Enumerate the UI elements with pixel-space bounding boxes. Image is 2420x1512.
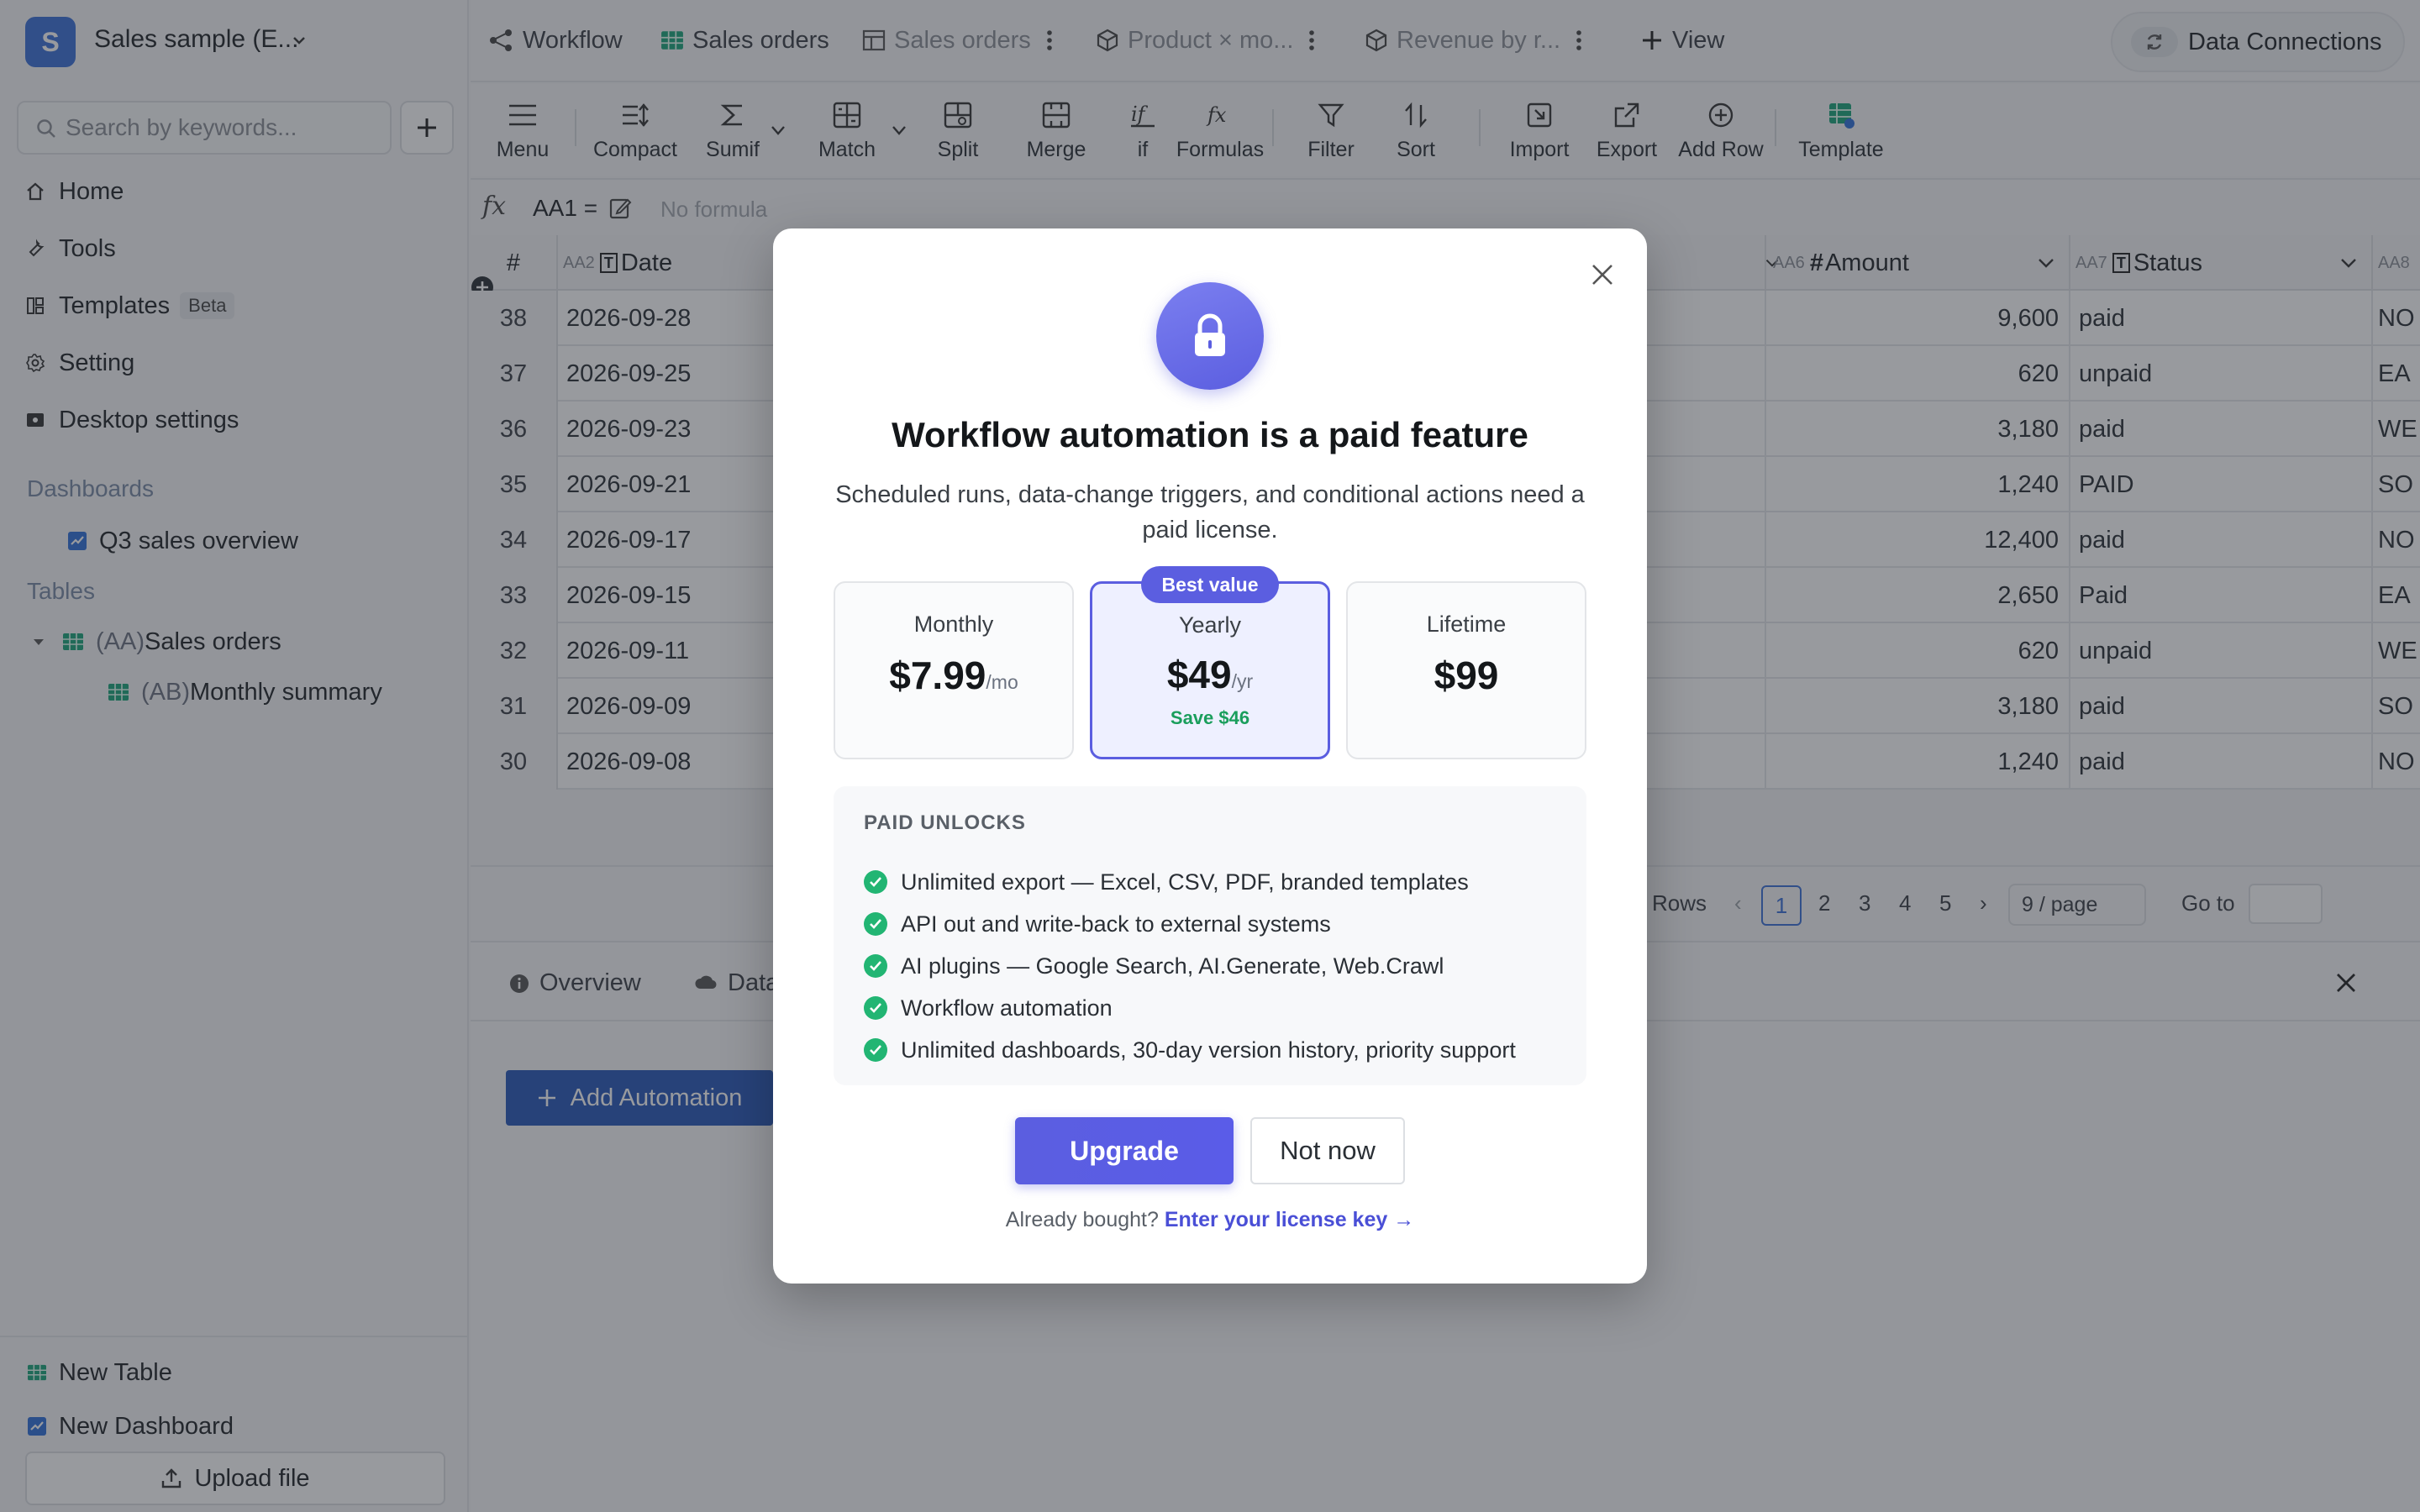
- not-now-button[interactable]: Not now: [1250, 1117, 1405, 1184]
- unlock-item: AI plugins — Google Search, AI.Generate,…: [864, 949, 1444, 983]
- modal-title: Workflow automation is a paid feature: [892, 415, 1528, 454]
- savings-label: Save $46: [1170, 707, 1250, 728]
- license-footer: Already bought? Enter your license key →: [1005, 1208, 1415, 1231]
- upgrade-button[interactable]: Upgrade: [1015, 1117, 1234, 1184]
- check-icon: [864, 996, 887, 1020]
- plan-yearly[interactable]: Yearly $49/yr Save $46: [1090, 581, 1330, 759]
- unlock-item: Unlimited dashboards, 30-day version his…: [864, 1033, 1516, 1067]
- paid-unlocks-list: PAID UNLOCKS Unlimited export — Excel, C…: [834, 786, 1586, 1085]
- best-value-badge: Best value: [1141, 566, 1279, 603]
- check-icon: [864, 954, 887, 978]
- check-icon: [864, 1038, 887, 1062]
- unlock-item: Unlimited export — Excel, CSV, PDF, bran…: [864, 865, 1469, 899]
- plan-lifetime[interactable]: Lifetime $99: [1346, 581, 1586, 759]
- modal-subtitle: Scheduled runs, data-change triggers, an…: [835, 481, 1585, 543]
- unlock-item: Workflow automation: [864, 991, 1113, 1025]
- unlock-item: API out and write-back to external syste…: [864, 907, 1331, 941]
- unlocks-heading: PAID UNLOCKS: [864, 811, 1026, 834]
- close-icon[interactable]: [1590, 262, 1615, 287]
- check-icon: [864, 912, 887, 936]
- plan-monthly[interactable]: Monthly $7.99/mo: [834, 581, 1074, 759]
- lock-icon: [1156, 282, 1264, 390]
- check-icon: [864, 870, 887, 894]
- paid-feature-modal: Workflow automation is a paid feature Sc…: [773, 228, 1647, 1284]
- enter-license-key-link[interactable]: Enter your license key →: [1165, 1208, 1414, 1231]
